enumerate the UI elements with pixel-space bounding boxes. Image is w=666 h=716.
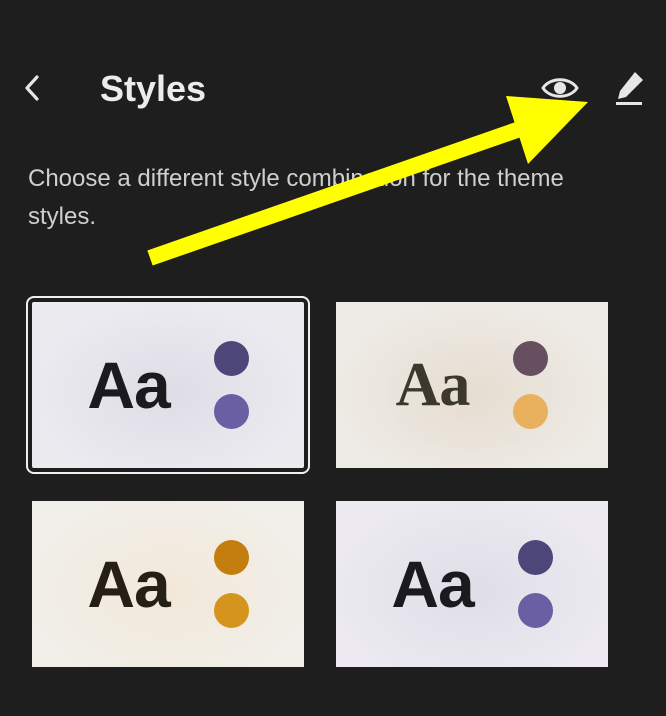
eye-icon xyxy=(541,78,579,98)
page-title: Styles xyxy=(100,68,207,109)
color-swatch xyxy=(213,341,249,376)
style-variation-2[interactable]: Aa xyxy=(336,302,608,468)
color-swatch xyxy=(213,593,249,628)
color-swatches xyxy=(213,341,249,429)
color-swatch xyxy=(517,540,553,575)
color-swatch xyxy=(517,593,553,628)
edit-button[interactable] xyxy=(608,68,652,108)
description: Choose a different style combination for… xyxy=(28,165,564,230)
color-swatch xyxy=(513,341,549,376)
back-button[interactable] xyxy=(14,70,50,106)
color-swatch xyxy=(213,540,249,575)
color-swatches xyxy=(513,341,549,429)
font-sample: Aa xyxy=(395,350,471,419)
color-swatches xyxy=(213,540,249,628)
color-swatch xyxy=(513,394,549,429)
color-swatch xyxy=(213,394,249,429)
font-sample: Aa xyxy=(391,547,474,621)
style-variation-1[interactable]: Aa xyxy=(26,296,310,474)
header: Styles xyxy=(0,0,666,180)
style-variation-3[interactable]: Aa xyxy=(32,501,304,667)
font-sample: Aa xyxy=(87,547,170,621)
style-variation-4[interactable]: Aa xyxy=(336,501,608,667)
chevron-left-icon xyxy=(25,75,39,101)
color-swatches xyxy=(517,540,553,628)
font-sample: Aa xyxy=(87,348,170,422)
pencil-icon xyxy=(616,72,643,105)
preview-button[interactable] xyxy=(538,70,582,106)
